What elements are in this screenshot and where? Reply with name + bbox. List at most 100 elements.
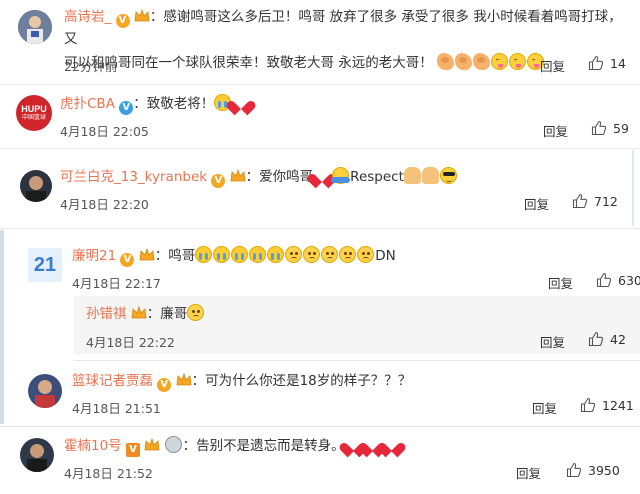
arm-icon <box>455 53 473 70</box>
divider <box>0 148 640 149</box>
arm-icon <box>437 53 455 70</box>
avatar[interactable] <box>20 170 52 202</box>
avatar[interactable] <box>18 10 52 44</box>
avatar-number: 21 <box>33 253 57 276</box>
thread-bar <box>632 150 634 226</box>
crown-icon <box>131 306 147 319</box>
username[interactable]: 虎扑CBA <box>60 96 115 112</box>
reply-button[interactable]: 回复 <box>543 121 568 140</box>
comment-item: 霍楠10号 V ：告别不是遗忘而是转身。 4月18日 21:52 回复 3950 <box>0 428 640 492</box>
username[interactable]: 霍楠10号 <box>64 438 122 454</box>
cry-icon <box>195 246 213 263</box>
thumbs-up-icon <box>580 397 596 413</box>
cry-icon <box>267 246 285 263</box>
username[interactable]: 可兰白克_13_kyranbek <box>60 169 207 185</box>
pray-icon <box>421 167 439 184</box>
reply-button[interactable]: 回复 <box>524 194 549 213</box>
avatar[interactable]: HUPU 中国篮球 <box>16 95 52 131</box>
comment-text: 可兰白克_13_kyranbek V ：爱你鸣哥 Respect <box>60 166 458 188</box>
comment-time: 22分钟前 <box>64 59 118 74</box>
sad-icon <box>339 246 357 263</box>
heart-icon <box>232 94 250 111</box>
thumbs-up-icon <box>572 193 588 209</box>
verified-badge-icon: V <box>115 14 130 28</box>
avatar[interactable]: 21 <box>28 248 62 282</box>
comment-item: 高诗岩_ V ：感谢鸣哥这么多后卫！鸣哥 放弃了很多 承受了很多 我小时候看着鸣… <box>0 0 640 84</box>
sad-icon <box>187 304 205 321</box>
like-button[interactable]: 14 <box>588 55 626 71</box>
like-count: 59 <box>613 120 629 136</box>
like-button[interactable]: 1241 <box>580 397 634 413</box>
crown-icon <box>230 169 246 182</box>
comment-text-line2: 可以和鸣哥同在一个球队很荣幸！致敬老大哥 永远的老大哥！ <box>64 55 433 71</box>
comment-body: 可为什么你还是18岁的样子？？？ <box>205 373 412 389</box>
divider <box>74 360 640 361</box>
crown-icon <box>134 9 150 22</box>
comment-text: 篮球记者贾磊 V ：可为什么你还是18岁的样子？？？ <box>72 373 412 392</box>
username[interactable]: 孙错祺 <box>86 306 127 322</box>
comment-time: 4月18日 22:22 <box>86 335 175 350</box>
comment-text: 霍楠10号 V ：告别不是遗忘而是转身。 <box>64 435 402 457</box>
like-button[interactable]: 3950 <box>566 462 620 478</box>
pray-icon <box>403 167 421 184</box>
comment-time: 4月18日 22:05 <box>60 124 149 139</box>
thumbs-up-icon <box>566 462 582 478</box>
verified-badge-icon: V <box>157 378 172 392</box>
comment-time: 4月18日 21:52 <box>64 466 153 481</box>
avatar[interactable] <box>28 374 62 408</box>
yum-icon <box>509 53 527 70</box>
like-button[interactable]: 42 <box>588 331 626 347</box>
verified-badge-icon: V <box>120 253 135 267</box>
comment-time: 4月18日 22:17 <box>72 276 161 291</box>
like-count: 14 <box>610 55 626 71</box>
reply-button[interactable]: 回复 <box>540 56 565 75</box>
reply-button[interactable]: 回复 <box>540 332 565 351</box>
thumbs-up-icon <box>588 331 604 347</box>
comment-item: 21 廉明21 V ：鸣哥 DN 4月18日 22:17 回复 630 <box>0 232 640 300</box>
verified-badge-icon: V <box>211 174 226 188</box>
comment-body: 告别不是遗忘而是转身。 <box>196 438 345 454</box>
reply-button[interactable]: 回复 <box>532 398 557 417</box>
username[interactable]: 廉明21 <box>72 248 116 264</box>
comment-text: 虎扑CBA V ：致敬老将！ <box>60 93 251 115</box>
avatar[interactable] <box>20 438 54 472</box>
cool-icon <box>439 167 457 184</box>
yum-icon <box>491 53 509 70</box>
reply-button[interactable]: 回复 <box>548 273 573 292</box>
like-count: 712 <box>594 193 618 209</box>
comment-body-respect: Respect <box>350 169 404 185</box>
reply-button[interactable]: 回复 <box>516 463 541 482</box>
stopwatch-icon <box>164 436 182 453</box>
comment-body: 致敬老将！ <box>146 96 215 112</box>
like-button[interactable]: 59 <box>591 120 629 136</box>
divider <box>0 426 640 427</box>
sad-icon <box>285 246 303 263</box>
comment-item: HUPU 中国篮球 虎扑CBA V ：致敬老将！ 4月18日 22:05 回复 5… <box>0 85 640 145</box>
comment-text: 高诗岩_ V ：感谢鸣哥这么多后卫！鸣哥 放弃了很多 承受了很多 我小时候看着鸣… <box>64 9 622 47</box>
heart-icon <box>383 436 401 453</box>
like-button[interactable]: 630 <box>596 272 640 288</box>
comment-item: 可兰白克_13_kyranbek V ：爱你鸣哥 Respect 4月18日 22… <box>0 152 640 222</box>
like-count: 630 <box>618 272 640 288</box>
username[interactable]: 高诗岩_ <box>64 9 111 25</box>
arm-icon <box>473 53 491 70</box>
comment-time: 4月18日 22:20 <box>60 197 149 212</box>
avatar-logo-text: HUPU <box>21 104 47 114</box>
like-button[interactable]: 712 <box>572 193 618 209</box>
hug-icon <box>331 167 351 184</box>
like-count: 1241 <box>602 397 634 413</box>
sad-icon <box>357 246 375 263</box>
comment-time: 4月18日 21:51 <box>72 401 161 416</box>
crown-icon <box>139 248 155 261</box>
comment-body-end: DN <box>375 248 396 264</box>
like-count: 3950 <box>588 462 620 478</box>
crown-icon <box>144 438 160 451</box>
heart-icon <box>313 167 331 184</box>
like-count: 42 <box>610 331 626 347</box>
comment-text: 孙错祺 ：廉哥 <box>86 303 205 325</box>
comment-item: 篮球记者贾磊 V ：可为什么你还是18岁的样子？？？ 4月18日 21:51 回… <box>0 362 640 422</box>
username[interactable]: 篮球记者贾磊 <box>72 373 153 389</box>
comment-body: 鸣哥 <box>168 248 196 264</box>
comment-text: 廉明21 V ：鸣哥 DN <box>72 246 396 267</box>
cry-icon <box>231 246 249 263</box>
